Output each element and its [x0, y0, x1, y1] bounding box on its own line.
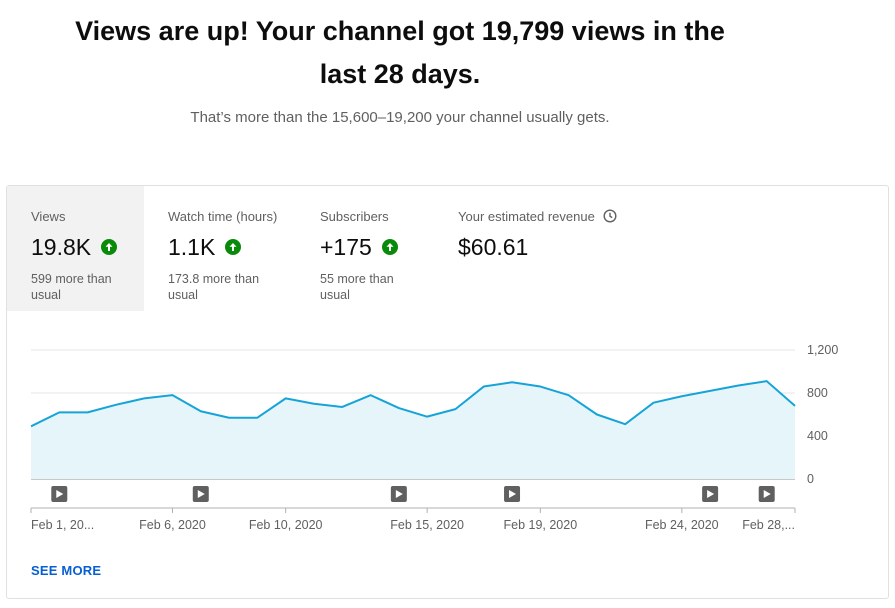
x-tick-label: Feb 10, 2020 — [249, 518, 323, 532]
analytics-card: Views 19.8K 599 more than usual Watch ti… — [6, 185, 889, 599]
x-tick-label: Feb 1, 20... — [31, 518, 94, 532]
x-tick-label: Feb 28,... — [742, 518, 795, 532]
subline: That’s more than the 15,600–19,200 your … — [190, 109, 610, 126]
y-tick-label: 0 — [807, 472, 814, 486]
y-tick-label: 1,200 — [807, 343, 838, 357]
views-area-chart: 1,200 800 400 0 Feb 1, 20... Feb 6, 2020 Feb 1… — [30, 343, 838, 532]
y-tick-label: 400 — [807, 429, 828, 443]
x-tick-label: Feb 19, 2020 — [503, 518, 577, 532]
see-more-link[interactable]: SEE MORE — [31, 563, 101, 578]
headline: Views are up! Your channel got 19,799 vi… — [75, 16, 725, 89]
x-tick-label: Feb 6, 2020 — [139, 518, 206, 532]
x-tick-label: Feb 24, 2020 — [645, 518, 719, 532]
y-tick-label: 800 — [807, 386, 828, 400]
x-tick-label: Feb 15, 2020 — [390, 518, 464, 532]
